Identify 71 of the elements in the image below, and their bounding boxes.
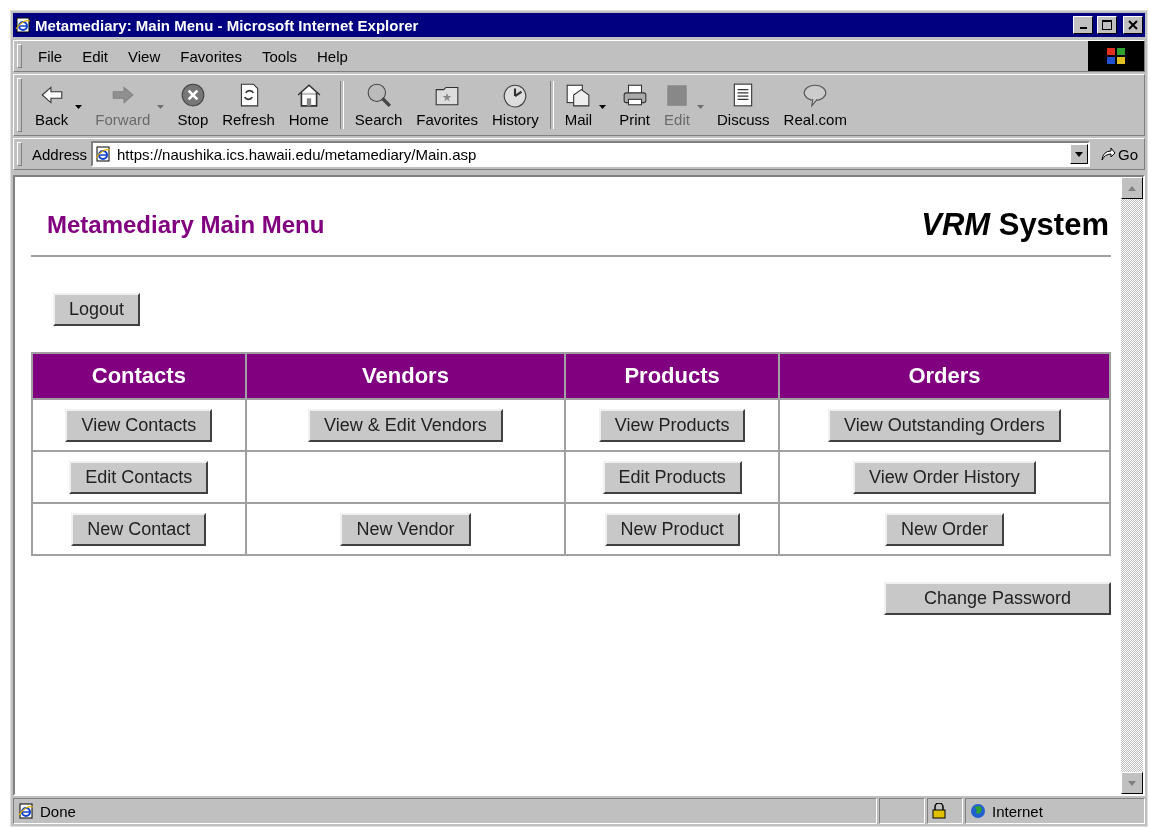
stop-icon [179, 82, 206, 108]
close-button[interactable] [1123, 16, 1143, 34]
menu-button[interactable]: View & Edit Vendors [308, 408, 503, 442]
menu-button[interactable]: Edit Products [602, 460, 742, 494]
menu-button[interactable]: View Order History [853, 460, 1036, 494]
ie-page-icon [15, 17, 31, 33]
toolbar-button[interactable]: Back [28, 82, 76, 128]
dropdown-caret-icon[interactable] [1070, 144, 1088, 164]
menu-item[interactable]: File [28, 47, 73, 65]
column-header: Contacts [33, 354, 245, 398]
toolbar-button[interactable]: Favorites [409, 82, 485, 128]
dropdown-caret-icon[interactable] [599, 105, 607, 109]
status-text: Done [18, 802, 76, 820]
curved-arrow-icon [1100, 146, 1116, 162]
maximize-icon [1102, 20, 1112, 30]
toolbar-button[interactable]: Print [612, 82, 658, 128]
mail-icon [565, 82, 592, 108]
menu-button[interactable]: View Contacts [65, 408, 213, 442]
toolbar-button[interactable]: Stop [170, 82, 216, 128]
globe-icon [970, 803, 986, 819]
menu-button[interactable]: View Products [598, 408, 746, 442]
status-panel [879, 798, 925, 824]
address-field[interactable]: https://naushika.ics.hawaii.edu/metamediary/Main.asp [91, 141, 1090, 167]
menu-button[interactable]: New Vendor [340, 512, 471, 546]
lock-icon [932, 803, 946, 819]
toolbar-button[interactable]: Discuss [710, 82, 777, 128]
column-header: Vendors [246, 354, 565, 398]
home-icon [295, 82, 322, 108]
toolbar-button[interactable]: Real.com [776, 82, 854, 128]
toolbar-button[interactable]: Search [347, 82, 410, 128]
menu-item[interactable]: View [118, 47, 171, 65]
zone-label: Internet [992, 802, 1043, 820]
minimize-icon [1079, 27, 1087, 29]
windows-logo-icon [1088, 41, 1144, 71]
menu-button[interactable]: View Outstanding Orders [828, 408, 1061, 442]
menu-button[interactable]: New Order [884, 512, 1004, 546]
column-header: Products [566, 354, 778, 398]
toolbar-button[interactable]: History [485, 82, 546, 128]
menu-item[interactable]: Help [307, 47, 358, 65]
change-password-button[interactable]: Change Password [883, 582, 1111, 615]
toolbar-button[interactable]: Home [281, 82, 336, 128]
window-title: Metamediary: Main Menu - Microsoft Internet Explorer [35, 16, 420, 34]
toolbar-button[interactable]: Refresh [215, 82, 282, 128]
minimize-button[interactable] [1073, 16, 1093, 34]
menu-item[interactable]: Edit [72, 47, 119, 65]
menu-button[interactable]: Edit Contacts [69, 460, 209, 494]
ie-page-icon [18, 803, 34, 819]
scroll-down-button[interactable] [1121, 772, 1143, 794]
menu-item[interactable]: Tools [251, 47, 307, 65]
up-arrow-icon [1128, 185, 1136, 191]
scrollbar[interactable] [1121, 177, 1143, 794]
column-header: Orders [779, 354, 1109, 398]
close-icon [1128, 20, 1138, 30]
logout-button[interactable]: Logout [53, 293, 141, 326]
chat-icon [802, 82, 829, 108]
scroll-up-button[interactable] [1121, 177, 1143, 199]
page-title: Metamediary Main Menu [47, 211, 325, 239]
maximize-button[interactable] [1097, 16, 1117, 34]
down-arrow-icon [1128, 780, 1136, 786]
toolbar-button[interactable]: Mail [557, 82, 600, 128]
go-button[interactable]: Go [1094, 145, 1144, 163]
print-icon [621, 82, 648, 108]
search-icon [365, 82, 392, 108]
menu-button[interactable]: New Contact [71, 512, 207, 546]
ie-page-icon [95, 146, 112, 162]
menu-item[interactable]: Favorites [170, 47, 252, 65]
system-title: VRM System [921, 207, 1109, 243]
history-icon [502, 82, 529, 108]
address-label: Address [32, 145, 88, 163]
menu-button[interactable]: New Product [604, 512, 740, 546]
dropdown-caret-icon[interactable] [75, 105, 83, 109]
